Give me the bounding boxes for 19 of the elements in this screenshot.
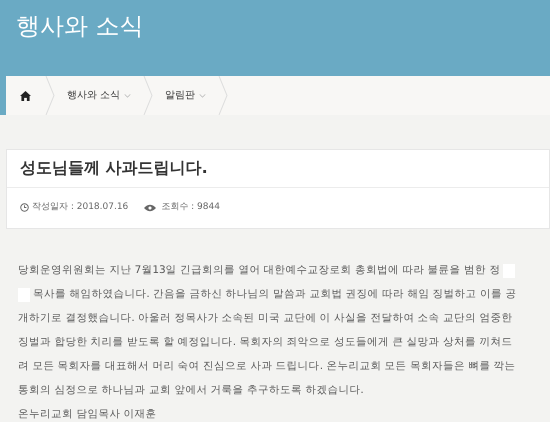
home-icon[interactable] [20, 90, 31, 100]
body-text-line: 징벌과 합당한 치리를 받도록 할 예정입니다. 목회자의 죄악으로 성도들에게 큰 실망과 상처를 끼쳐드 [18, 334, 512, 350]
body-text-line: 당회운영위원회는 지난 7월13일 긴급회의를 열어 대한예수교장로회 총회법에 따라 불륜을 범한 정 [18, 262, 500, 278]
body-text-line: 목사를 해임하였습니다. 간음을 금하신 하나님의 말씀과 교회법 권징에 따라 해임 징벌하고 이를 공 [33, 286, 516, 302]
breadcrumb-divider-icon [218, 76, 228, 115]
breadcrumb-divider-icon [45, 76, 55, 115]
breadcrumb-divider-icon [143, 76, 154, 115]
breadcrumb-link[interactable]: 행사와 소식 [55, 88, 144, 103]
breadcrumb-link[interactable]: 알림판 [153, 88, 218, 103]
post-title: 성도님들께 사과드립니다. [7, 150, 549, 188]
body-text-line: 통회의 심정으로 하나님과 교회 앞에서 거룩을 추구하도록 하겠습니다. [18, 382, 364, 398]
clock-icon [20, 203, 29, 212]
post-date: 작성일자 : 2018.07.16 [32, 201, 128, 214]
eye-icon [144, 204, 156, 212]
body-text-line: 온누리교회 담임목사 이재훈 [18, 406, 157, 422]
view-count: 조회수 : 9844 [161, 201, 220, 214]
body-text-line: 개하기로 결정했습니다. 아울러 정목사가 소속된 미국 교단에 이 사실을 전달하여 소속 교단의 엄중한 [18, 310, 512, 326]
body-text-line: 려 모든 목회자를 대표해서 머리 숙여 진심으로 사과 드립니다. 온누리교회 모든 목회자들은 뼈를 깍는 [18, 358, 516, 374]
page-title: 행사와 소식 [15, 11, 145, 42]
